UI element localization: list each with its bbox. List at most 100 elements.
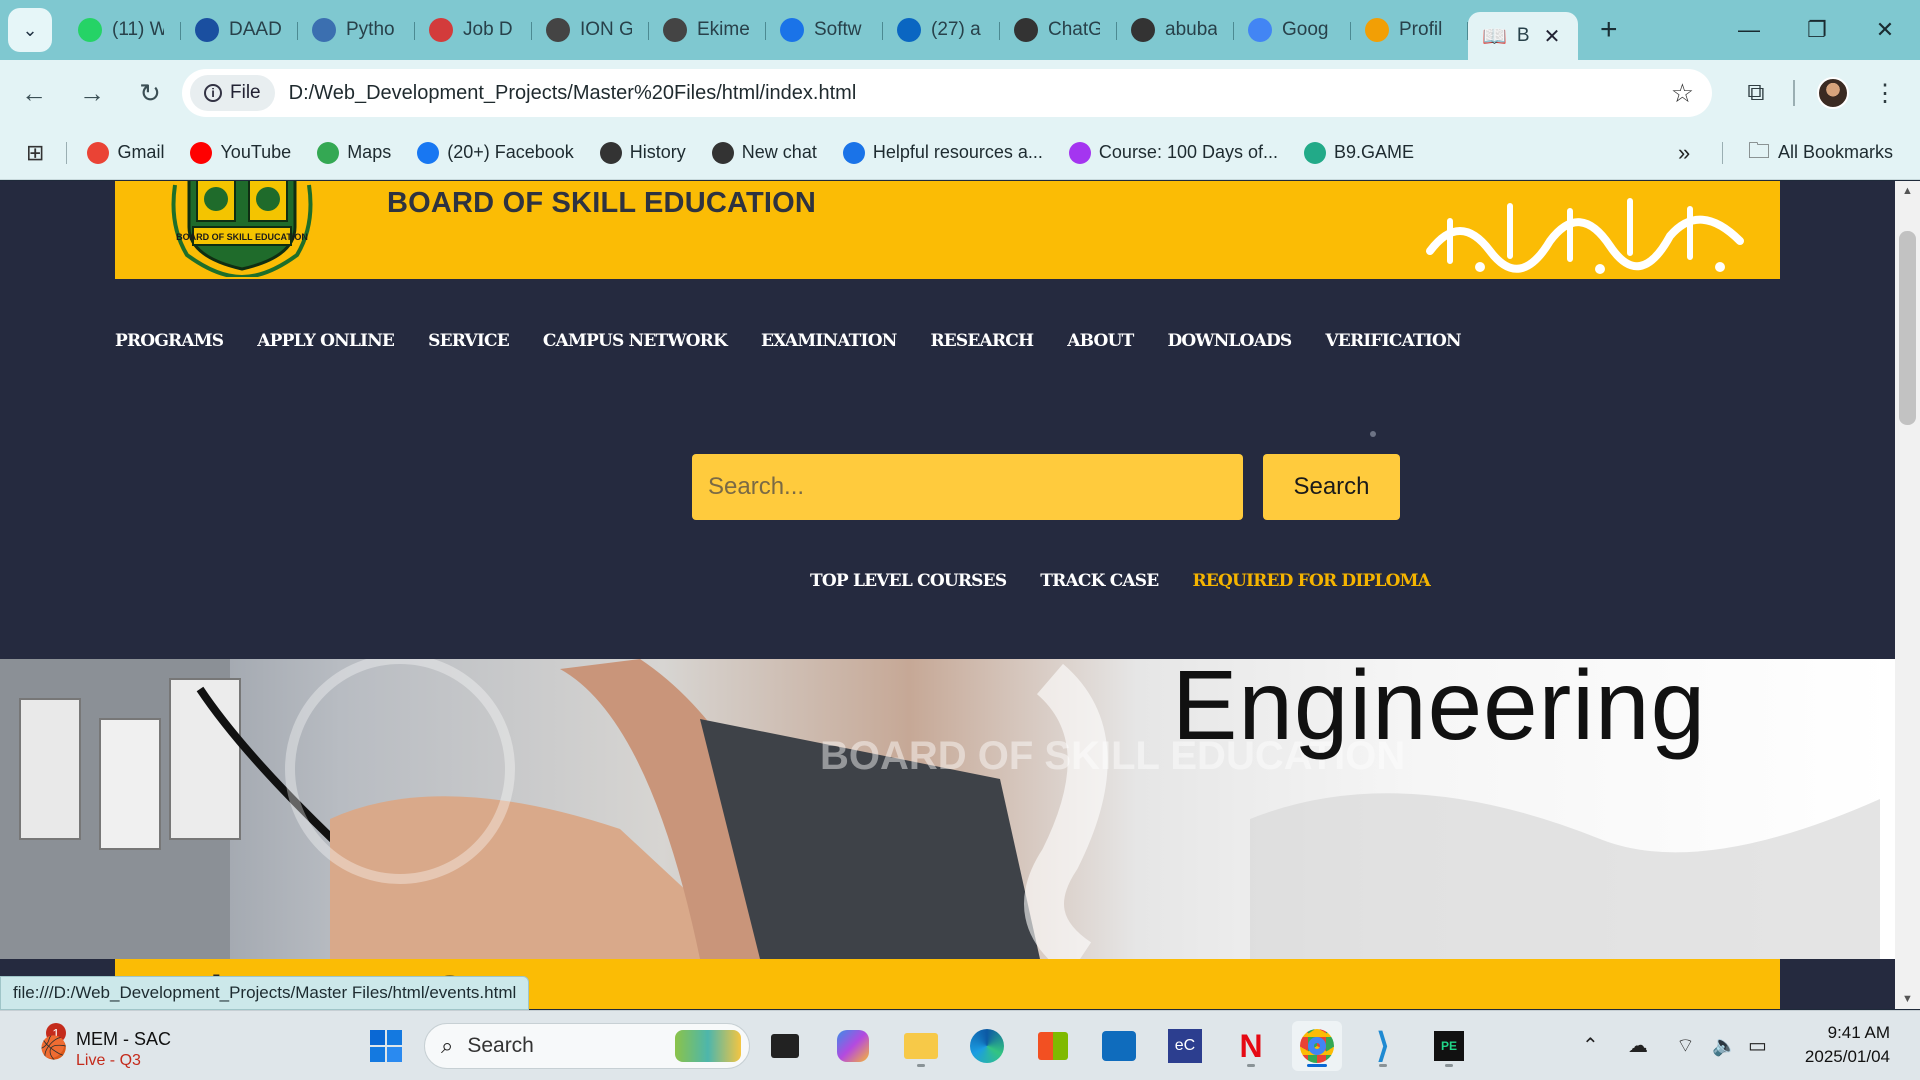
url-text: D:/Web_Development_Projects/Master%20Fil… [288, 81, 857, 104]
bookmark-item[interactable]: New chat [711, 141, 817, 164]
bookmark-label: Course: 100 Days of... [1098, 142, 1279, 162]
folder-icon: 🗀 [1748, 137, 1771, 163]
task-view-button[interactable] [760, 1021, 810, 1071]
sports-icon: 🏀 [40, 1035, 68, 1060]
bookmark-item[interactable]: History [599, 141, 686, 164]
bookmark-item[interactable]: Maps [317, 141, 391, 164]
back-button[interactable]: ← [8, 67, 60, 119]
edge-button[interactable] [962, 1021, 1012, 1071]
sub-nav-link-track-case[interactable]: TRACK CASE [1040, 571, 1159, 591]
bookmark-item[interactable]: Course: 100 Days of... [1068, 141, 1279, 164]
folder-icon [904, 1033, 938, 1059]
browser-tab[interactable]: Softw [766, 10, 883, 50]
vscode-button[interactable]: ⟩ [1358, 1021, 1408, 1071]
browser-tab[interactable]: (11) W [64, 10, 181, 50]
address-bar[interactable]: i File D:/Web_Development_Projects/Maste… [182, 69, 1712, 117]
bookmark-item[interactable]: B9.GAME [1304, 141, 1414, 164]
all-bookmarks-button[interactable]: 🗀 All Bookmarks [1748, 134, 1893, 172]
bookmark-divider [1722, 141, 1723, 164]
outlook-button[interactable] [1094, 1021, 1144, 1071]
daad-icon [195, 18, 219, 42]
cloud-icon[interactable]: ☁ [1628, 1033, 1648, 1058]
chevron-down-icon: ⌄ [22, 19, 38, 40]
search-input[interactable] [692, 454, 1243, 520]
minimize-button[interactable]: — [1715, 0, 1783, 60]
nav-link-campus-network[interactable]: CAMPUS NETWORK [543, 331, 728, 351]
page-scrollbar[interactable]: ▲ ▼ [1895, 181, 1920, 1009]
nav-link-service[interactable]: SERVICE [428, 331, 510, 351]
widgets-button[interactable]: 1 🏀 MEM - SAC Live - Q3 [40, 1021, 180, 1071]
wifi-icon[interactable]: ⌔ [1676, 1033, 1695, 1058]
extensions-button[interactable]: ⧉ [1735, 72, 1777, 114]
site-info-chip[interactable]: i File [190, 75, 275, 111]
chrome-menu-button[interactable]: ⋮ [1864, 72, 1906, 114]
bookmark-item[interactable]: Gmail [87, 141, 164, 164]
vscode-icon: ⟩ [1376, 1027, 1390, 1065]
search-button[interactable]: Search [1263, 454, 1400, 520]
edge-icon [970, 1029, 1004, 1063]
nav-link-programs[interactable]: PROGRAMS [115, 331, 224, 351]
bookmark-star-icon[interactable]: ☆ [1671, 78, 1694, 109]
volume-icon[interactable]: 🔈 [1712, 1033, 1737, 1058]
browser-tab[interactable]: (27) a [883, 10, 1000, 50]
forward-button[interactable]: → [66, 67, 118, 119]
nav-link-about[interactable]: ABOUT [1067, 331, 1134, 351]
netflix-icon: N [1239, 1027, 1263, 1064]
info-icon: i [204, 84, 222, 102]
browser-tab[interactable]: ChatG [1000, 10, 1117, 50]
browser-tab[interactable]: Goog [1234, 10, 1351, 50]
store-button[interactable] [1028, 1021, 1078, 1071]
profile-button[interactable] [1812, 72, 1854, 114]
nav-link-apply-online[interactable]: APPLY ONLINE [257, 331, 395, 351]
facebook-icon [417, 141, 440, 164]
file-explorer-button[interactable] [896, 1021, 946, 1071]
chrome-button[interactable] [1292, 1021, 1342, 1071]
chevron-up-icon[interactable]: ⌃ [1582, 1033, 1599, 1058]
scroll-thumb[interactable] [1899, 231, 1916, 425]
browser-tab[interactable]: Profil [1351, 10, 1468, 50]
reload-button[interactable]: ↻ [124, 67, 176, 119]
nav-link-downloads[interactable]: DOWNLOADS [1167, 331, 1292, 351]
close-window-button[interactable]: ✕ [1851, 0, 1919, 60]
clock-time: 9:41 AM [1827, 1023, 1890, 1042]
restore-button[interactable]: ❐ [1783, 0, 1851, 60]
chevron-double-right-icon[interactable]: » [1678, 140, 1690, 166]
sub-nav-link-required-for-diploma[interactable]: REQUIRED FOR DIPLOMA [1192, 571, 1430, 591]
browser-tab[interactable]: Pytho [298, 10, 415, 50]
b9-icon [1304, 141, 1327, 164]
scroll-down-icon[interactable]: ▼ [1895, 989, 1920, 1009]
bookmark-item[interactable]: (20+) Facebook [417, 141, 574, 164]
scroll-up-icon[interactable]: ▲ [1895, 181, 1920, 201]
browser-tab[interactable]: DAAD [181, 10, 298, 50]
netflix-button[interactable]: N [1226, 1021, 1276, 1071]
browser-tab[interactable]: ION G [532, 10, 649, 50]
close-tab-icon[interactable]: ✕ [1544, 24, 1561, 49]
nav-link-research[interactable]: RESEARCH [930, 331, 1034, 351]
board-title: BOARD OF SKILL EDUCATION [387, 187, 817, 219]
decorative-dot [1370, 431, 1376, 437]
pycharm-button[interactable]: PE [1424, 1021, 1474, 1071]
tab-search-button[interactable]: ⌄ [8, 8, 52, 52]
new-tab-button[interactable]: + [1600, 13, 1618, 47]
openai-icon [1014, 18, 1038, 42]
browser-tab[interactable]: Job D [415, 10, 532, 50]
browser-tab[interactable]: Ekime [649, 10, 766, 50]
apps-grid-icon[interactable]: ⊞ [26, 140, 44, 166]
bookmark-item[interactable]: Helpful resources a... [842, 141, 1043, 164]
clock[interactable]: 9:41 AM 2025/01/04 [1805, 1021, 1890, 1069]
bookmark-item[interactable]: YouTube [190, 141, 291, 164]
nav-link-examination[interactable]: EXAMINATION [761, 331, 897, 351]
f-logo-icon [780, 18, 804, 42]
arrow-right-icon: → [79, 77, 105, 108]
taskbar-search[interactable]: ⌕ Search [424, 1023, 750, 1069]
start-button[interactable] [361, 1021, 411, 1071]
sub-nav-link-top-level-courses[interactable]: TOP LEVEL COURSES [810, 571, 1007, 591]
running-indicator [1379, 1064, 1387, 1067]
browser-tab[interactable]: abuba [1117, 10, 1234, 50]
nav-link-verification[interactable]: VERIFICATION [1325, 331, 1461, 351]
copilot-button[interactable] [828, 1021, 878, 1071]
browser-tab-active[interactable]: 📖 B ✕ [1468, 12, 1578, 60]
eclipse-button[interactable]: eC [1160, 1021, 1210, 1071]
book-icon: 📖 [1482, 25, 1507, 48]
battery-icon[interactable]: ▭ [1748, 1033, 1767, 1058]
